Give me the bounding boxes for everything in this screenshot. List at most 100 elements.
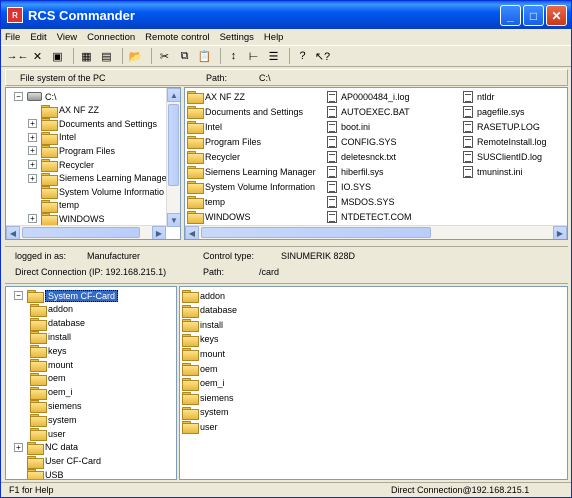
folder-list-item[interactable]: keys xyxy=(182,333,219,347)
folder-list-item[interactable]: siemens xyxy=(182,391,234,406)
scroll-thumb[interactable] xyxy=(22,227,140,238)
folder-list-item[interactable]: Siemens Learning Manager xyxy=(187,165,316,179)
file-list-item[interactable]: NTDETECT.COM xyxy=(327,210,412,223)
list-view-icon[interactable]: ☰ xyxy=(265,48,282,64)
tree-item[interactable]: oem_i xyxy=(30,386,73,400)
scroll-thumb[interactable] xyxy=(168,104,179,186)
folder-list-item[interactable]: addon xyxy=(182,289,225,303)
close-button[interactable]: ✕ xyxy=(546,5,567,26)
file-list-item[interactable]: ntldr xyxy=(463,90,495,103)
folder-list-item[interactable]: WINDOWS xyxy=(187,210,251,224)
file-list-item[interactable]: RemoteInstall.log xyxy=(463,135,547,148)
scroll-right-icon[interactable]: ▶ xyxy=(152,226,166,239)
menu-item-edit[interactable]: Edit xyxy=(30,32,46,43)
pc-files-hscrollbar[interactable]: ◀ ▶ xyxy=(185,225,567,239)
expand-toggle-icon[interactable]: + xyxy=(28,132,37,142)
connect-icon[interactable]: →← xyxy=(7,48,29,64)
folder-list-item[interactable]: system xyxy=(182,406,229,420)
context-help-icon[interactable]: ↖? xyxy=(314,48,331,64)
paste-icon[interactable]: 📋 xyxy=(196,48,213,64)
scroll-thumb[interactable] xyxy=(201,227,431,238)
tree-item[interactable]: + Siemens Learning Manage xyxy=(28,172,167,186)
tree-item[interactable]: AX NF ZZ xyxy=(28,104,99,118)
maximize-button[interactable]: □ xyxy=(523,5,544,26)
folder-list-item[interactable]: Program Files xyxy=(187,135,261,149)
menu-item-remote-control[interactable]: Remote control xyxy=(145,32,209,43)
menu-item-file[interactable]: File xyxy=(5,32,20,43)
folder-list-item[interactable]: AX NF ZZ xyxy=(187,90,245,104)
nc-tree-panel[interactable]: − System CF-Card addon database install keys m… xyxy=(5,286,177,480)
pc-tree-hscrollbar[interactable]: ◀ ▶ xyxy=(6,225,166,239)
expand-toggle-icon[interactable]: + xyxy=(28,173,37,183)
help-icon[interactable]: ? xyxy=(294,48,311,64)
tree-item[interactable]: install xyxy=(30,330,71,345)
calculator-icon[interactable]: ▦ xyxy=(78,48,95,64)
tree-view-icon[interactable]: ⊢ xyxy=(245,48,262,64)
scroll-right-icon[interactable]: ▶ xyxy=(553,226,567,239)
tree-item[interactable]: + Recycler xyxy=(28,158,94,172)
expand-toggle-icon[interactable]: + xyxy=(28,146,37,156)
tree-item[interactable]: keys xyxy=(30,344,67,359)
cut-icon[interactable]: ✂ xyxy=(156,48,173,64)
folder-list-item[interactable]: Recycler xyxy=(187,150,240,164)
sort-icon[interactable]: ↕ xyxy=(225,48,242,64)
minimize-button[interactable]: _ xyxy=(500,5,521,26)
menu-item-connection[interactable]: Connection xyxy=(87,32,135,43)
folder-list-item[interactable]: user xyxy=(182,420,218,435)
scroll-left-icon[interactable]: ◀ xyxy=(185,226,199,239)
folder-list-item[interactable]: temp xyxy=(187,195,225,209)
file-list-item[interactable]: RASETUP.LOG xyxy=(463,120,540,133)
tree-item[interactable]: USB xyxy=(14,468,64,479)
file-list-item[interactable]: boot.ini xyxy=(327,120,370,133)
menu-item-settings[interactable]: Settings xyxy=(220,32,254,43)
tree-item[interactable]: System Volume Informatio xyxy=(28,185,164,200)
tree-item[interactable]: siemens xyxy=(30,399,82,414)
file-list-item[interactable]: MSDOS.SYS xyxy=(327,195,395,208)
folder-list-item[interactable]: mount xyxy=(182,347,225,362)
file-list-item[interactable]: CONFIG.SYS xyxy=(327,135,397,148)
tree-item[interactable]: User CF-Card xyxy=(14,455,101,469)
tree-item[interactable]: + WINDOWS xyxy=(28,212,105,227)
copy-icon[interactable]: ⧉ xyxy=(176,48,193,64)
tree-item[interactable]: + NC data xyxy=(14,441,78,455)
disconnect-icon[interactable]: ✕ xyxy=(29,48,46,64)
pc-file-list-panel[interactable]: AX NF ZZ Documents and Settings Intel Progr… xyxy=(184,87,568,240)
tree-item[interactable]: user xyxy=(30,427,66,441)
pc-tree-vscrollbar[interactable]: ▲ ▼ xyxy=(166,88,180,227)
file-list-item[interactable]: tmuninst.ini xyxy=(463,165,523,178)
file-list-item[interactable]: SUSClientID.log xyxy=(463,150,542,163)
tree-item[interactable]: mount xyxy=(30,358,73,372)
tree-item[interactable]: + Intel xyxy=(28,131,76,145)
folder-list-item[interactable]: oem xyxy=(182,362,218,376)
expand-toggle-icon[interactable]: + xyxy=(28,160,37,169)
expand-toggle-icon[interactable]: − xyxy=(14,291,23,300)
tree-item[interactable]: temp xyxy=(28,199,79,213)
expand-toggle-icon[interactable]: − xyxy=(14,92,23,101)
tree-item[interactable]: + Documents and Settings xyxy=(28,117,157,132)
file-list-item[interactable]: pagefile.sys xyxy=(463,105,525,118)
tree-item[interactable]: addon xyxy=(30,303,73,317)
folder-list-item[interactable]: Documents and Settings xyxy=(187,105,303,119)
menu-item-help[interactable]: Help xyxy=(264,32,284,43)
file-list-item[interactable]: hiberfil.sys xyxy=(327,165,384,178)
scroll-left-icon[interactable]: ◀ xyxy=(6,226,20,239)
expand-toggle-icon[interactable]: + xyxy=(28,214,37,224)
scroll-down-icon[interactable]: ▼ xyxy=(167,213,180,227)
tree-item[interactable]: database xyxy=(30,317,85,331)
tree-item[interactable]: oem xyxy=(30,372,66,386)
file-list-item[interactable]: IO.SYS xyxy=(327,180,371,193)
nc-file-list-panel[interactable]: addon database install keys mount oem oem_i sie… xyxy=(179,286,568,480)
folder-list-item[interactable]: Intel xyxy=(187,120,222,134)
title-bar[interactable]: R RCS Commander _ □ ✕ xyxy=(1,1,571,29)
file-list-item[interactable]: deletesnck.txt xyxy=(327,150,396,163)
save-icon[interactable]: ▣ xyxy=(49,48,66,64)
tree-item[interactable]: + Program Files xyxy=(28,144,115,159)
folder-list-item[interactable]: database xyxy=(182,304,237,318)
tree-item[interactable]: system xyxy=(30,413,77,428)
pc-tree-panel[interactable]: − C:\ AX NF ZZ + Documents and Settings + Inte… xyxy=(5,87,181,240)
open-folder-icon[interactable]: 📂 xyxy=(127,48,144,64)
tree-item[interactable]: − C:\ xyxy=(14,90,57,103)
info-panel-icon[interactable]: ▤ xyxy=(98,48,115,64)
tree-item[interactable]: − System CF-Card xyxy=(14,289,119,303)
folder-list-item[interactable]: install xyxy=(182,318,223,333)
